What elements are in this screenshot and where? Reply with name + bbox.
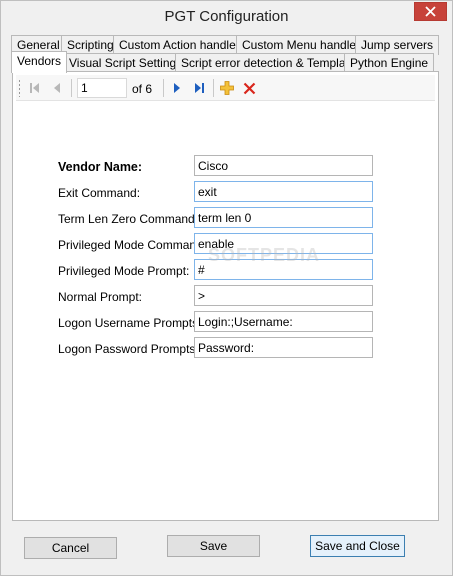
move-next-button[interactable] (167, 78, 187, 98)
toolbar-separator (163, 79, 164, 97)
vendor-name-label: Vendor Name: (58, 160, 143, 174)
toolbar-grip[interactable] (18, 79, 21, 97)
logon-username-prompts-label: Logon Username Prompts: (58, 316, 202, 330)
logon-password-prompts-field[interactable] (194, 337, 373, 358)
title-bar: PGT Configuration (1, 1, 452, 32)
move-previous-icon (54, 83, 60, 93)
privileged-mode-command-label: Privileged Mode Command: (58, 238, 207, 252)
exit-command-label: Exit Command: (58, 186, 141, 200)
move-previous-button[interactable] (47, 78, 67, 98)
privileged-mode-prompt-field[interactable] (194, 259, 373, 280)
vendors-panel: of 6 (12, 71, 439, 521)
tab-script-error-detection[interactable]: Script error detection & Templates (175, 53, 368, 73)
tab-jump-servers[interactable]: Jump servers (355, 35, 440, 55)
move-next-icon (174, 83, 180, 93)
normal-prompt-field[interactable] (194, 285, 373, 306)
privileged-mode-command-field[interactable] (194, 233, 373, 254)
config-window: PGT Configuration General Scripting Cust… (0, 0, 453, 576)
close-icon (425, 6, 436, 17)
toolbar-separator (213, 79, 214, 97)
add-new-button[interactable] (217, 78, 237, 98)
tab-custom-menu-handlers[interactable]: Custom Menu handlers (236, 35, 373, 55)
logon-password-prompts-label: Logon Password Prompts: (58, 342, 199, 356)
toolbar-separator (71, 79, 72, 97)
add-icon (220, 81, 234, 95)
cancel-button[interactable]: Cancel (24, 537, 117, 559)
term-len-zero-label: Term Len Zero Command: (58, 212, 199, 226)
window-title: PGT Configuration (164, 8, 289, 25)
tab-custom-action-handlers[interactable]: Custom Action handlers (113, 35, 252, 55)
tab-scripting[interactable]: Scripting (61, 35, 120, 55)
exit-command-field[interactable] (194, 181, 373, 202)
tab-python-engine[interactable]: Python Engine (344, 53, 435, 73)
count-label: of 6 (132, 82, 153, 96)
delete-button[interactable] (239, 78, 259, 98)
binding-navigator: of 6 (16, 75, 435, 101)
move-first-icon (30, 83, 39, 93)
normal-prompt-label: Normal Prompt: (58, 290, 143, 304)
privileged-mode-prompt-label: Privileged Mode Prompt: (58, 264, 190, 278)
tab-visual-script-settings[interactable]: Visual Script Settings (63, 53, 189, 73)
tab-vendors[interactable]: Vendors (11, 51, 68, 73)
client-area: General Scripting Custom Action handlers… (8, 32, 445, 570)
close-window-button[interactable] (414, 2, 447, 21)
delete-icon (243, 82, 255, 94)
logon-username-prompts-field[interactable] (194, 311, 373, 332)
move-first-button[interactable] (25, 78, 45, 98)
save-button[interactable]: Save (167, 535, 260, 557)
term-len-zero-field[interactable] (194, 207, 373, 228)
position-input[interactable] (77, 78, 127, 98)
save-and-close-button[interactable]: Save and Close (310, 535, 405, 557)
vendor-name-field[interactable] (194, 155, 373, 176)
move-last-icon (195, 83, 204, 93)
move-last-button[interactable] (189, 78, 209, 98)
